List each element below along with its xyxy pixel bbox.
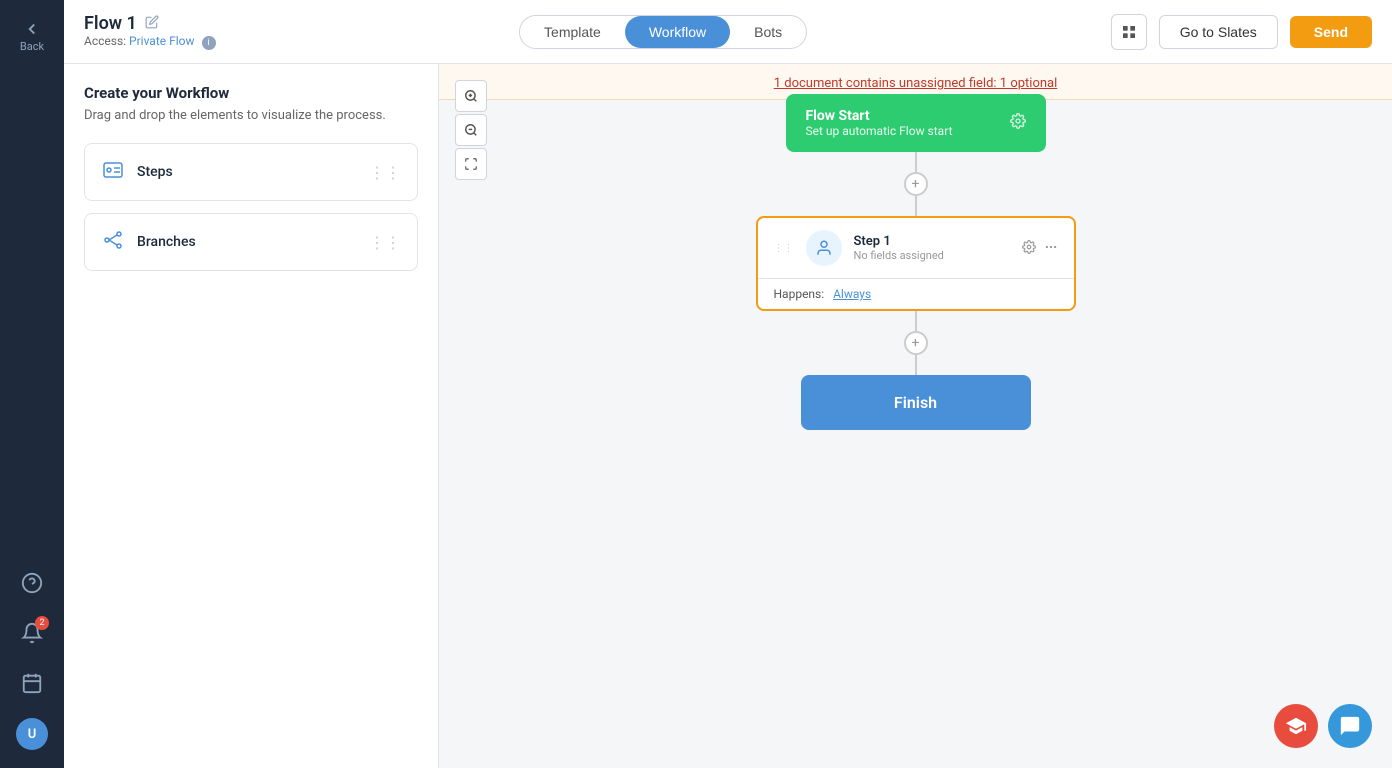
panel-title: Create your Workflow bbox=[84, 84, 418, 102]
edit-icon[interactable] bbox=[145, 13, 159, 34]
happens-label: Happens: bbox=[774, 287, 825, 301]
tab-bots[interactable]: Bots bbox=[730, 16, 806, 48]
add-step-button-2[interactable]: + bbox=[904, 331, 928, 355]
user-avatar[interactable]: U bbox=[10, 712, 54, 756]
steps-icon bbox=[101, 158, 125, 186]
notification-icon[interactable]: 2 bbox=[11, 612, 53, 654]
help-icon[interactable] bbox=[11, 562, 53, 604]
avatar: U bbox=[16, 718, 48, 750]
steps-label: Steps bbox=[137, 164, 173, 180]
workflow-area: Create your Workflow Drag and drop the e… bbox=[64, 64, 1392, 768]
steps-drag-handle: ⋮⋮ bbox=[369, 163, 401, 182]
info-icon[interactable]: i bbox=[202, 36, 216, 50]
steps-drag-item[interactable]: Steps ⋮⋮ bbox=[84, 143, 418, 201]
goto-slates-button[interactable]: Go to Slates bbox=[1159, 15, 1278, 49]
tab-workflow[interactable]: Workflow bbox=[625, 16, 730, 48]
tab-template[interactable]: Template bbox=[520, 16, 625, 48]
step-title: Step 1 bbox=[854, 234, 1010, 249]
flow-start-node: Flow Start Set up automatic Flow start bbox=[786, 94, 1046, 152]
notification-badge: 2 bbox=[35, 616, 49, 630]
connector-line-3 bbox=[915, 311, 917, 331]
header-actions: Go to Slates Send bbox=[1111, 14, 1372, 50]
step-1-node: ⋮⋮ Step 1 No fields assigned bbox=[756, 216, 1076, 311]
finish-node: Finish bbox=[801, 375, 1031, 430]
sidebar: Back 2 U bbox=[0, 0, 64, 768]
back-button[interactable]: Back bbox=[12, 12, 52, 61]
flow-start-title: Flow Start bbox=[806, 108, 953, 124]
flow-start-subtitle: Set up automatic Flow start bbox=[806, 124, 953, 138]
title-area: Flow 1 Access: Private Flow i bbox=[84, 13, 216, 50]
add-step-button-1[interactable]: + bbox=[904, 172, 928, 196]
connector-line-2 bbox=[915, 196, 917, 216]
send-button[interactable]: Send bbox=[1290, 16, 1372, 48]
panel-description: Drag and drop the elements to visualize … bbox=[84, 108, 418, 123]
main-content: Flow 1 Access: Private Flow i Template W… bbox=[64, 0, 1392, 768]
connector-1: + bbox=[904, 152, 928, 216]
access-line: Access: Private Flow i bbox=[84, 34, 216, 50]
connector-line-1 bbox=[915, 152, 917, 172]
grid-view-button[interactable] bbox=[1111, 14, 1147, 50]
branches-icon bbox=[101, 228, 125, 256]
connector-line-4 bbox=[915, 355, 917, 375]
branches-drag-item[interactable]: Branches ⋮⋮ bbox=[84, 213, 418, 271]
step-drag-handle: ⋮⋮ bbox=[774, 243, 794, 254]
happens-value-link[interactable]: Always bbox=[833, 287, 871, 301]
chat-icons bbox=[1274, 704, 1372, 748]
step-gear-icon[interactable] bbox=[1022, 239, 1036, 258]
access-type-link[interactable]: Private Flow bbox=[129, 34, 194, 48]
flow-diagram: Flow Start Set up automatic Flow start + bbox=[439, 64, 1392, 768]
academy-icon[interactable] bbox=[1274, 704, 1318, 748]
tab-group: Template Workflow Bots bbox=[519, 15, 807, 49]
step-more-icon[interactable] bbox=[1044, 239, 1058, 258]
canvas: 1 document contains unassigned field: 1 … bbox=[439, 64, 1392, 768]
step-user-icon bbox=[806, 230, 842, 266]
access-label: Access: bbox=[84, 34, 126, 48]
step-subtitle: No fields assigned bbox=[854, 249, 1010, 262]
flow-title: Flow 1 bbox=[84, 13, 137, 34]
chat-support-icon[interactable] bbox=[1328, 704, 1372, 748]
step-actions bbox=[1022, 239, 1058, 258]
branches-label: Branches bbox=[137, 234, 196, 250]
tasks-icon[interactable] bbox=[11, 662, 53, 704]
flow-start-gear-icon[interactable] bbox=[1010, 113, 1026, 133]
finish-label: Finish bbox=[894, 393, 937, 412]
left-panel: Create your Workflow Drag and drop the e… bbox=[64, 64, 439, 768]
back-label: Back bbox=[20, 40, 44, 53]
step-footer: Happens: Always bbox=[758, 278, 1074, 309]
header-center: Template Workflow Bots bbox=[216, 15, 1111, 49]
header: Flow 1 Access: Private Flow i Template W… bbox=[64, 0, 1392, 64]
connector-2: + bbox=[904, 311, 928, 375]
branches-drag-handle: ⋮⋮ bbox=[369, 233, 401, 252]
